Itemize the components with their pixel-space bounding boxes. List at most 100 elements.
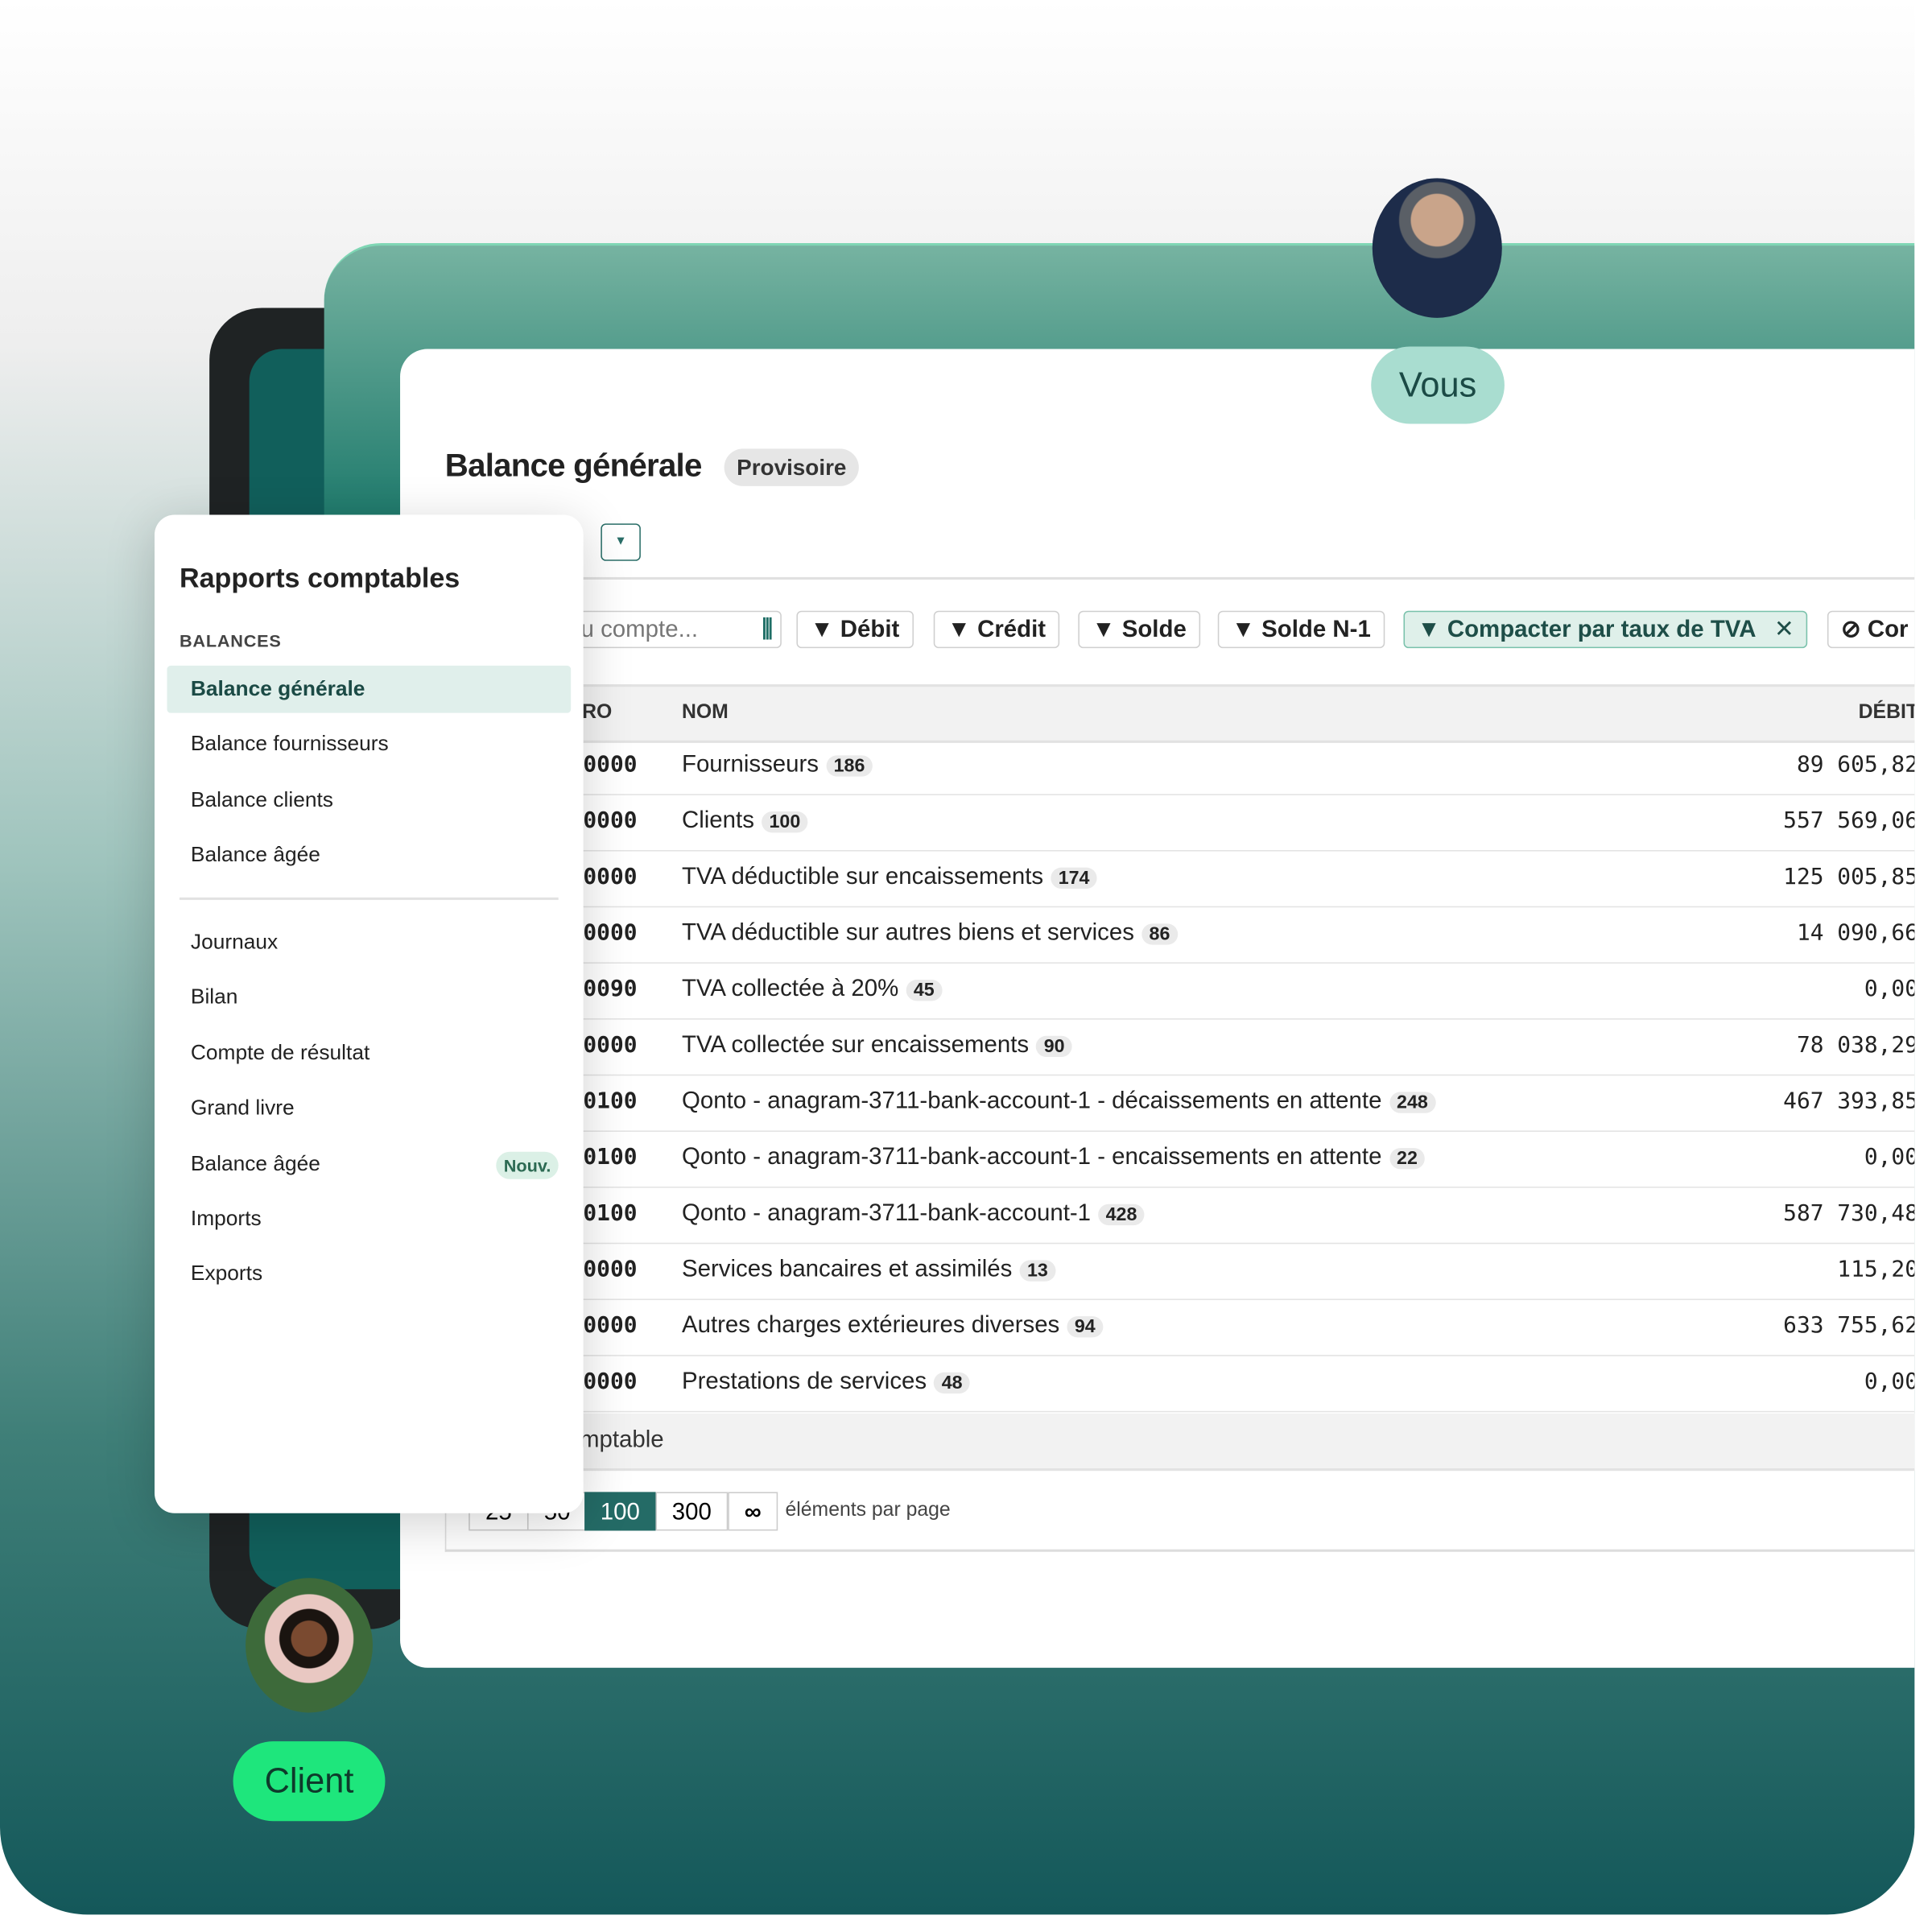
sidebar-item-label: Compte de résultat <box>190 1040 370 1065</box>
sidebar-item-label: Balance âgée <box>190 1151 320 1175</box>
sidebar-item[interactable]: Balance âgée <box>167 832 571 879</box>
filter-label: Cor <box>1867 617 1909 643</box>
debit-value: 557 569,06 <box>1783 807 1915 834</box>
page-size-300[interactable]: 300 <box>655 1492 729 1531</box>
filter-icon: ▼ <box>947 617 971 643</box>
status-badge: Provisoire <box>724 448 859 486</box>
entry-count-badge: 13 <box>1019 1260 1056 1282</box>
table-row[interactable]: 00100 Qonto - anagram-3711-bank-account-1… <box>444 1130 1915 1188</box>
table-row[interactable]: 00000 Services bancaires et assimilés 13 11… <box>444 1243 1915 1300</box>
sidebar-item[interactable]: Compte de résultat <box>167 1030 571 1077</box>
table-row[interactable]: 10090 TVA collectée à 20% 45 0,00 <box>444 962 1915 1020</box>
page-size-100[interactable]: 100 <box>584 1492 656 1531</box>
filter-chip-2[interactable]: ▼ Solde <box>1078 610 1200 649</box>
sidebar-item[interactable]: Balance âgée Nouv. <box>167 1140 571 1187</box>
table-row[interactable]: 00100 Qonto - anagram-3711-bank-account-1… <box>444 1187 1915 1245</box>
page-size-label: éléments par page <box>785 1499 951 1521</box>
entry-count-badge: 94 <box>1067 1316 1103 1338</box>
table-row[interactable]: 40000 TVA déductible sur encaissements 174… <box>444 850 1915 908</box>
sidebar-section-label: BALANCES <box>179 630 282 651</box>
sidebar-item[interactable]: Imports <box>167 1195 571 1243</box>
table-row[interactable]: 40000 TVA collectée sur encaissements 90 78… <box>444 1018 1915 1076</box>
filter-chip-4[interactable]: ▼ Compacter par taux de TVA ✕ <box>1403 610 1808 649</box>
debit-value: 587 730,48 <box>1783 1200 1915 1227</box>
entry-count-badge: 45 <box>906 980 942 1001</box>
view-dropdown-button[interactable]: ▼ <box>601 523 641 561</box>
entry-count-badge: 248 <box>1389 1092 1436 1113</box>
client-avatar <box>246 1578 373 1713</box>
account-name-text: Qonto - anagram-3711-bank-account-1 - dé… <box>681 1088 1382 1115</box>
close-icon[interactable]: ✕ <box>1774 617 1794 643</box>
account-name-text: TVA déductible sur encaissements <box>681 864 1044 890</box>
sidebar-item[interactable]: Exports <box>167 1251 571 1298</box>
sidebar-item-label: Imports <box>190 1206 262 1231</box>
table-row[interactable]: 00000 Fournisseurs 186 89 605,82 <box>444 738 1915 795</box>
filter-icon: ▼ <box>1417 617 1441 643</box>
account-name: Prestations de services 48 <box>682 1368 970 1396</box>
sidebar-item[interactable]: Balance fournisseurs <box>167 721 571 769</box>
filter-chip-5[interactable]: ⊘ Cor <box>1827 610 1915 649</box>
sidebar-item-label: Balance fournisseurs <box>190 732 389 756</box>
account-name-text: TVA collectée à 20% <box>681 976 899 1002</box>
sidebar-title: Rapports comptables <box>179 562 460 594</box>
table-row[interactable]: 00000 Prestations de services 48 0,00 <box>444 1355 1915 1413</box>
table-row[interactable]: 00000 Autres charges extérieures diverses… <box>444 1298 1915 1356</box>
column-header-debit[interactable]: DÉBIT <box>1859 702 1915 724</box>
filter-icon: ▼ <box>1092 617 1116 643</box>
table-footer: mptable <box>444 1413 1915 1472</box>
table-row[interactable]: 00000 Clients 100 557 569,06 <box>444 794 1915 852</box>
debit-value: 89 605,82 <box>1796 751 1915 778</box>
page-size-all[interactable]: ∞ <box>728 1492 778 1531</box>
debit-value: 0,00 <box>1864 1144 1915 1170</box>
account-name: TVA déductible sur encaissements 174 <box>682 864 1097 891</box>
account-name-text: Fournisseurs <box>681 751 819 778</box>
column-header-name[interactable]: NOM <box>682 702 729 724</box>
sidebar-item-label: Journaux <box>190 930 279 954</box>
sidebar-item[interactable]: Grand livre <box>167 1084 571 1132</box>
sidebar-item-label: Grand livre <box>190 1096 295 1120</box>
filter-chip-1[interactable]: ▼ Crédit <box>933 610 1060 649</box>
filter-label: Solde N-1 <box>1261 617 1371 643</box>
sidebar-item[interactable]: Balance clients <box>167 776 571 824</box>
debit-value: 14 090,66 <box>1796 919 1915 947</box>
account-name: Autres charges extérieures diverses 94 <box>682 1312 1103 1340</box>
debit-value: 78 038,29 <box>1796 1032 1915 1059</box>
table-row[interactable]: 60000 TVA déductible sur autres biens et … <box>444 906 1915 964</box>
account-name-text: Qonto - anagram-3711-bank-account-1 <box>681 1200 1092 1227</box>
account-name-text: TVA déductible sur autres biens et servi… <box>681 919 1134 947</box>
page-title: Balance générale <box>444 446 703 484</box>
entry-count-badge: 22 <box>1389 1148 1426 1170</box>
account-name-text: Autres charges extérieures diverses <box>681 1312 1060 1339</box>
filter-chip-0[interactable]: ▼ Débit <box>796 610 914 649</box>
account-name: TVA collectée à 20% 45 <box>682 976 942 1003</box>
main-panel: Balance générale Provisoire s ▼ u compte… <box>400 349 1915 1668</box>
column-settings-icon[interactable]: ⫼ <box>762 612 773 649</box>
sidebar-item-label: Bilan <box>190 985 238 1009</box>
table-row[interactable]: 00100 Qonto - anagram-3711-bank-account-1… <box>444 1075 1915 1132</box>
divider <box>400 576 1915 580</box>
you-label: Vous <box>1371 346 1505 424</box>
user-avatar <box>1372 178 1502 318</box>
account-name-text: Qonto - anagram-3711-bank-account-1 - en… <box>681 1144 1382 1170</box>
chevron-down-icon: ▼ <box>614 535 627 549</box>
account-name: Qonto - anagram-3711-bank-account-1 - dé… <box>681 1088 1436 1116</box>
sidebar-item[interactable]: Journaux <box>167 919 571 966</box>
new-badge: Nouv. <box>496 1151 559 1179</box>
entry-count-badge: 174 <box>1051 867 1097 890</box>
sidebar-item-label: Balance âgée <box>190 843 320 867</box>
sidebar-item[interactable]: Balance générale <box>167 665 572 713</box>
eye-slash-icon: ⊘ <box>1840 617 1861 643</box>
column-header-number[interactable]: RO <box>582 702 612 724</box>
debit-value: 125 005,85 <box>1783 864 1915 890</box>
entry-count-badge: 186 <box>826 755 873 777</box>
account-name: Qonto - anagram-3711-bank-account-1 - en… <box>681 1144 1426 1171</box>
divider <box>179 897 559 900</box>
filter-icon: ▼ <box>1231 617 1255 643</box>
search-input[interactable]: u compte... ⫼ <box>549 610 782 649</box>
sidebar-item-label: Balance générale <box>190 676 365 701</box>
sidebar-item-label: Exports <box>190 1261 263 1286</box>
sidebar-item[interactable]: Bilan <box>167 974 571 1022</box>
filter-chip-3[interactable]: ▼ Solde N-1 <box>1217 610 1385 649</box>
account-name: TVA collectée sur encaissements 90 <box>682 1032 1072 1059</box>
filter-icon: ▼ <box>810 617 834 643</box>
